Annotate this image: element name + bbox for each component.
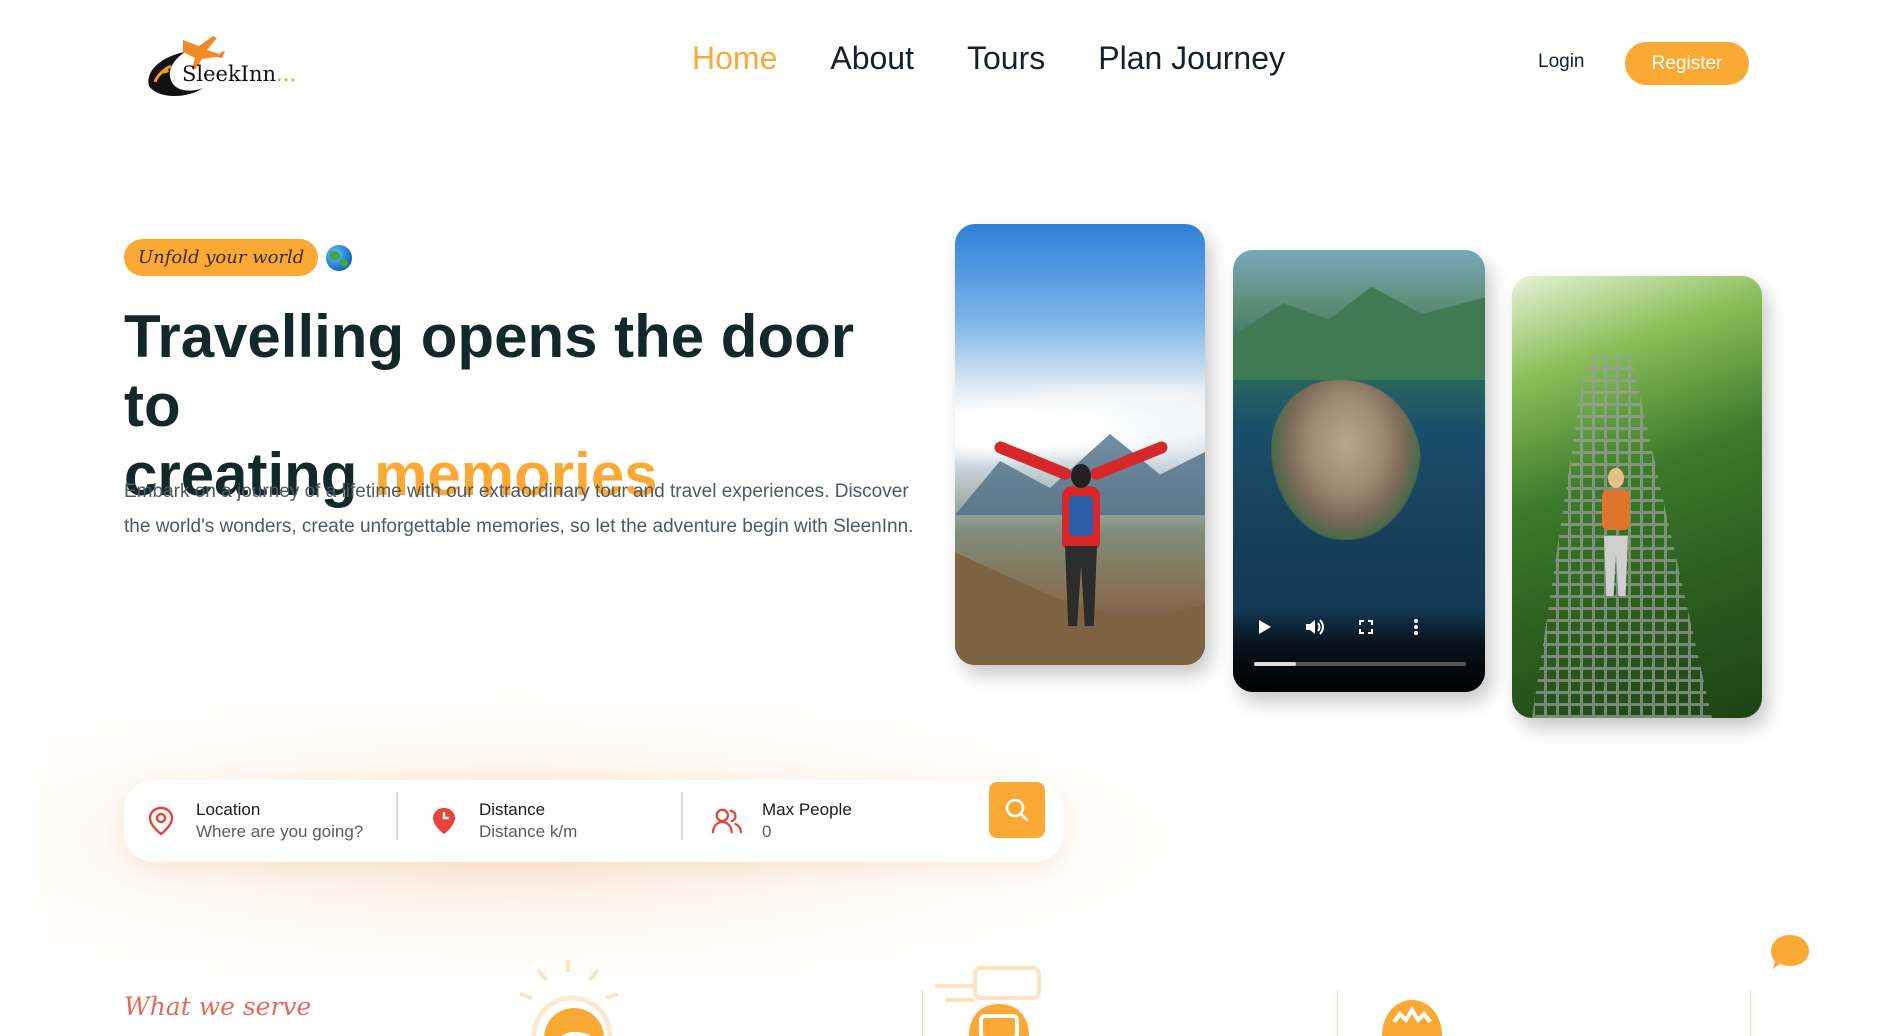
hiker-backpack <box>1069 496 1093 536</box>
max-people-input[interactable]: 0 <box>762 821 852 843</box>
volume-icon[interactable] <box>1304 616 1326 638</box>
nav-about[interactable]: About <box>830 40 914 77</box>
service-divider <box>1750 990 1751 1036</box>
video-progress-fill <box>1254 662 1297 666</box>
island-fortress-video[interactable] <box>1233 250 1485 692</box>
flight-service-icon <box>935 966 1041 1036</box>
headline-line-1: Travelling opens the door to <box>124 303 855 439</box>
service-divider <box>922 990 923 1036</box>
hero-badge-row: Unfold your world <box>124 239 353 276</box>
more-options-icon[interactable] <box>1405 616 1427 638</box>
hero-badge: Unfold your world <box>124 239 319 276</box>
main-nav: Home About Tours Plan Journey <box>692 40 1285 77</box>
jungle-bridge-image <box>1512 276 1762 718</box>
brand-name: SleekInn... <box>182 62 297 86</box>
hero-description: Embark on a journey of a lifetime with o… <box>124 481 914 537</box>
max-people-label: Max People <box>762 800 852 819</box>
walker-head <box>1608 468 1624 488</box>
distance-label: Distance <box>479 800 546 819</box>
distance-input[interactable]: Distance k/m <box>479 821 577 843</box>
play-icon[interactable] <box>1254 616 1276 638</box>
site-header: SleekInn... Home About Tours Plan Journe… <box>0 0 1878 124</box>
search-divider <box>681 792 683 840</box>
fullscreen-icon[interactable] <box>1355 616 1377 638</box>
search-divider <box>396 792 398 840</box>
nav-plan-journey[interactable]: Plan Journey <box>1098 40 1285 77</box>
search-icon <box>1005 798 1029 822</box>
users-icon <box>712 806 742 836</box>
register-button[interactable]: Register <box>1625 42 1749 85</box>
what-we-serve-title: What we serve <box>124 992 312 1021</box>
globe-icon <box>326 244 353 271</box>
nav-tours[interactable]: Tours <box>967 40 1045 77</box>
clock-pin-icon <box>429 806 459 836</box>
trip-search-bar: Location Where are you going? Distance D… <box>124 780 1064 862</box>
walker-backpack <box>1602 490 1630 530</box>
chat-bubble-icon[interactable] <box>1770 933 1810 971</box>
coastal-hills <box>1233 286 1485 380</box>
hiker-head <box>1071 464 1091 488</box>
video-progress-bar[interactable] <box>1254 662 1466 666</box>
search-button[interactable] <box>989 782 1045 838</box>
service-divider <box>1337 990 1338 1036</box>
nav-home[interactable]: Home <box>692 40 777 77</box>
weather-service-icon <box>519 960 619 1036</box>
hiker-mountain-image <box>955 224 1205 665</box>
guide-service-icon <box>1382 1000 1442 1036</box>
distance-field[interactable]: Distance Distance k/m <box>429 792 577 850</box>
location-label: Location <box>196 800 261 819</box>
login-link[interactable]: Login <box>1538 51 1585 73</box>
location-field[interactable]: Location Where are you going? <box>146 792 363 850</box>
clouds <box>955 384 1205 474</box>
location-input[interactable]: Where are you going? <box>196 821 363 843</box>
map-pin-icon <box>146 806 176 836</box>
fortress-island <box>1271 380 1421 540</box>
max-people-field[interactable]: Max People 0 <box>712 792 852 850</box>
